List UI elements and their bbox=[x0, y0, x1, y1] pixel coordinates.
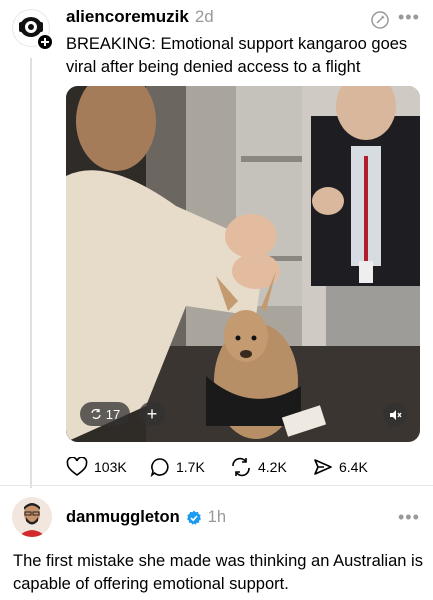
mute-icon[interactable] bbox=[383, 403, 407, 427]
share-button[interactable]: 6.4K bbox=[313, 457, 368, 477]
share-icon bbox=[314, 459, 332, 475]
reply-time: 1h bbox=[207, 508, 227, 526]
thread-line bbox=[30, 58, 32, 488]
more-options-icon[interactable]: ••• bbox=[398, 7, 420, 28]
heart-icon bbox=[66, 457, 88, 476]
reply-text: The first mistake she made was thinking … bbox=[13, 552, 423, 593]
reply-more-options-icon[interactable]: ••• bbox=[398, 507, 420, 528]
post-video[interactable] bbox=[66, 86, 420, 442]
post-time: 2d bbox=[194, 7, 214, 26]
follow-plus-icon[interactable] bbox=[36, 33, 54, 51]
username-text[interactable]: aliencoremuzik bbox=[66, 7, 189, 26]
reply-username-text[interactable]: danmuggleton bbox=[66, 508, 180, 527]
repost-small-icon bbox=[91, 408, 101, 420]
reply-author-avatar[interactable] bbox=[12, 497, 52, 537]
like-count: 103K bbox=[94, 459, 127, 475]
video-add-button[interactable]: + bbox=[139, 402, 165, 426]
post-divider bbox=[0, 485, 433, 486]
like-button[interactable]: 103K bbox=[66, 457, 127, 477]
video-repost-indicator[interactable]: 17 bbox=[80, 402, 130, 426]
verified-badge-icon bbox=[186, 510, 201, 525]
reply-author-username[interactable]: danmuggleton 1h bbox=[66, 508, 226, 527]
repost-count: 4.2K bbox=[258, 459, 287, 475]
post-text: BREAKING: Emotional support kangaroo goe… bbox=[66, 35, 408, 76]
edit-circle-icon[interactable] bbox=[370, 10, 390, 35]
share-count: 6.4K bbox=[339, 459, 368, 475]
comment-button[interactable]: 1.7K bbox=[150, 457, 205, 477]
video-repost-count: 17 bbox=[105, 406, 121, 422]
post-author-username[interactable]: aliencoremuzik 2d bbox=[66, 7, 214, 27]
comment-icon bbox=[150, 458, 169, 477]
repost-icon bbox=[232, 457, 250, 477]
repost-button[interactable]: 4.2K bbox=[230, 457, 287, 477]
comment-count: 1.7K bbox=[176, 459, 205, 475]
